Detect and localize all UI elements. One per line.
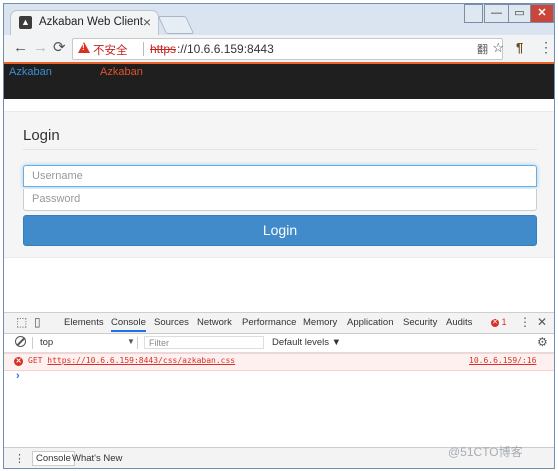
error-url-link[interactable]: https://10.6.6.159:8443/css/azkaban.css	[47, 356, 235, 365]
tab-console[interactable]: Console	[111, 317, 146, 332]
console-filter-input[interactable]: Filter	[144, 336, 264, 349]
login-divider	[23, 149, 537, 150]
tab-strip: ▲ Azkaban Web Client × — ▭ ✕	[4, 4, 554, 35]
devtools-tabbar: ⬚ ▯ Elements Console Sources Network Per…	[4, 313, 554, 334]
new-tab-button[interactable]	[157, 16, 195, 34]
username-input[interactable]: Username	[23, 165, 537, 187]
devtools-menu-icon[interactable]: ⋮	[519, 315, 531, 329]
azkaban-favicon-icon: ▲	[19, 16, 32, 29]
tab-application[interactable]: Application	[347, 317, 393, 328]
azkaban-name-link[interactable]: Azkaban	[100, 66, 143, 78]
tab-network[interactable]: Network	[197, 317, 232, 328]
address-bar[interactable]: ! 不安全 https ://10.6.6.159:8443 翻 ☆	[72, 38, 504, 60]
error-source-link[interactable]: 10.6.6.159/:16	[469, 356, 536, 365]
maximize-button[interactable]: ▭	[508, 4, 531, 23]
back-arrow-icon[interactable]: ←	[13, 39, 28, 57]
console-filter-bar: top ▼ Filter Default levels ▼ ⚙	[4, 334, 554, 353]
console-prompt[interactable]: ›	[16, 370, 20, 382]
devtools-close-icon[interactable]: ✕	[537, 315, 547, 329]
drawer-tab-console[interactable]: Console	[32, 451, 75, 466]
security-label[interactable]: 不安全	[93, 42, 128, 58]
tab-close-icon[interactable]: ×	[143, 14, 151, 30]
address-divider	[143, 42, 144, 56]
login-title: Login	[23, 127, 60, 144]
browser-menu-icon[interactable]: ⋮	[539, 39, 553, 56]
tab-sources[interactable]: Sources	[154, 317, 189, 328]
browser-toolbar: ← → ⟳ ! 不安全 https ://10.6.6.159:8443 翻 ☆	[4, 35, 554, 63]
console-settings-gear-icon[interactable]: ⚙	[537, 335, 548, 349]
inspect-element-icon[interactable]: ⬚	[16, 315, 27, 329]
page-viewport: Azkaban Azkaban Login Username Password …	[4, 62, 554, 314]
log-levels-dropdown[interactable]: Default levels ▼	[272, 337, 341, 348]
tab-audits[interactable]: Audits	[446, 317, 472, 328]
translate-icon[interactable]: 翻	[477, 41, 488, 57]
reload-icon[interactable]: ⟳	[53, 39, 66, 57]
tab-title: Azkaban Web Client	[39, 16, 143, 28]
error-count-badge[interactable]: ✕ 1	[491, 317, 507, 327]
tab-memory[interactable]: Memory	[303, 317, 337, 328]
url-host: ://10.6.6.159:8443	[177, 42, 274, 56]
extension-icon[interactable]: ¶	[516, 40, 523, 55]
error-message: GET https://10.6.6.159:8443/css/azkaban.…	[28, 356, 236, 365]
bookmark-star-icon[interactable]: ☆	[492, 40, 504, 56]
browser-window: ▲ Azkaban Web Client × — ▭ ✕ ← → ⟳ ! 不安全…	[3, 3, 555, 469]
watermark: @51CTO博客	[448, 445, 523, 459]
context-dropdown-icon[interactable]: ▼	[127, 337, 135, 346]
url-scheme: https	[150, 42, 177, 56]
drawer-tab-whats-new[interactable]: What's New	[72, 453, 122, 464]
forward-arrow-icon[interactable]: →	[33, 39, 48, 57]
azkaban-navbar: Azkaban Azkaban	[4, 64, 554, 99]
console-error-row: ✕ GET https://10.6.6.159:8443/css/azkaba…	[4, 353, 554, 371]
login-button[interactable]: Login	[23, 215, 537, 246]
error-icon: ✕	[491, 318, 499, 327]
drawer-menu-icon[interactable]: ⋮	[14, 452, 25, 465]
clear-console-icon[interactable]	[15, 336, 26, 347]
close-window-button[interactable]: ✕	[530, 4, 554, 23]
tab-security[interactable]: Security	[403, 317, 437, 328]
profile-icon[interactable]	[464, 4, 483, 23]
context-selector[interactable]: top	[40, 337, 53, 348]
tab-azkaban[interactable]: ▲ Azkaban Web Client ×	[11, 11, 158, 35]
minimize-button[interactable]: —	[484, 4, 509, 23]
device-toolbar-icon[interactable]: ▯	[34, 315, 41, 329]
tab-elements[interactable]: Elements	[64, 317, 104, 328]
azkaban-brand-link[interactable]: Azkaban	[9, 66, 52, 78]
tab-performance[interactable]: Performance	[242, 317, 296, 328]
password-input[interactable]: Password	[23, 189, 537, 211]
error-icon: ✕	[14, 357, 23, 366]
login-panel: Login Username Password Login	[4, 111, 554, 258]
